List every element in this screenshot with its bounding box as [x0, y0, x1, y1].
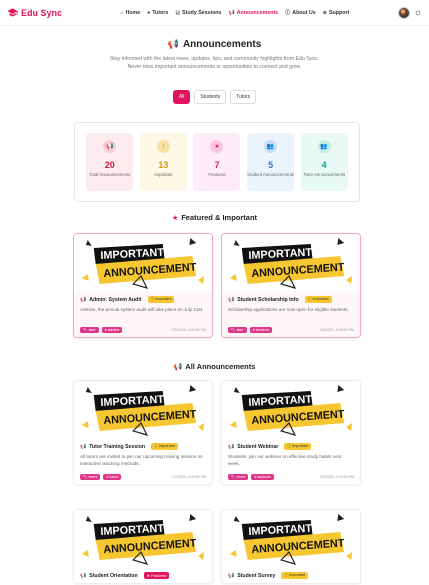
info-icon: ⓘ: [285, 10, 291, 16]
tag[interactable]: 🏷 event: [80, 474, 101, 480]
nav-home[interactable]: ⌂ Home: [120, 9, 140, 16]
megaphone-icon: 📢: [80, 572, 87, 579]
filter-tutors[interactable]: Tutors: [230, 89, 257, 104]
important-badge: ⓘ Important: [304, 296, 332, 303]
announcement-banner: IMPORTANT ANNOUNCEMENT: [74, 510, 212, 568]
stat-tutor: 👥 4 Tutor Announcements: [300, 133, 348, 191]
announcement-banner: IMPORTANT ANNOUNCEMENT: [222, 510, 360, 568]
megaphone-icon: 📢: [228, 443, 235, 450]
important-badge: ⓘ Important: [151, 443, 178, 450]
megaphone-icon: 📢: [80, 443, 87, 450]
filter-all[interactable]: All: [172, 89, 191, 104]
alert-icon: !: [156, 140, 170, 153]
user-icon: ●: [147, 9, 151, 16]
announcement-banner: IMPORTANT ANNOUNCEMENT: [222, 381, 360, 439]
star-icon: ★: [171, 214, 179, 222]
users-icon: 👥: [317, 140, 331, 153]
featured-badge: ★ Featured: [143, 572, 170, 579]
timestamp: 7/8/2025, 4:00:00 PM: [319, 328, 354, 332]
megaphone-icon: 📢: [228, 9, 235, 16]
section-title-all: 📢 All Announcements: [173, 362, 256, 371]
hero: 📢 Announcements Stay informed with the l…: [0, 26, 429, 72]
brand-logo[interactable]: Edu Sync: [7, 7, 62, 18]
megaphone-icon: 📢: [103, 140, 117, 153]
megaphone-icon: 📢: [167, 39, 179, 49]
tag[interactable]: # students: [251, 474, 274, 480]
section-title-featured: ★ Featured & Important: [171, 213, 258, 222]
important-badge: ⓘ Important: [281, 572, 309, 579]
nav-about-us[interactable]: ⓘ About Us: [285, 9, 316, 17]
tag[interactable]: 🏷 alert: [80, 327, 99, 333]
tag[interactable]: 🏷 event: [228, 474, 249, 480]
megaphone-icon: 📢: [80, 296, 87, 303]
graduation-cap-icon: [7, 8, 18, 17]
page-description: Stay informed with the latest news, upda…: [109, 56, 320, 70]
star-icon: ★: [210, 140, 224, 153]
announcement-banner: IMPORTANT ANNOUNCEMENT: [222, 234, 360, 292]
book-icon: ▤: [175, 9, 181, 16]
important-badge: ⓘ Important: [147, 296, 175, 303]
important-badge: ⓘ Important: [284, 443, 312, 450]
megaphone-icon: 📢: [228, 296, 235, 303]
announcement-card-1[interactable]: IMPORTANT ANNOUNCEMENT 📢 Tutor Training S…: [73, 380, 213, 485]
avatar[interactable]: [397, 6, 410, 19]
filter-students[interactable]: Students: [194, 89, 227, 104]
sun-icon[interactable]: ☼: [414, 8, 422, 17]
stats-panel: 📢 20 Total Announcements ! 13 Important …: [74, 122, 360, 202]
announcement-card-2[interactable]: IMPORTANT ANNOUNCEMENT 📢 Student Webinar ⓘ…: [221, 380, 361, 485]
announcement-banner: IMPORTANT ANNOUNCEMENT: [74, 381, 212, 439]
nav-support[interactable]: ⊕ Support: [323, 9, 350, 16]
announcement-banner: IMPORTANT ANNOUNCEMENT: [74, 234, 212, 292]
stat-student: 👥 5 Student Announcements: [247, 133, 295, 191]
stat-total: 📢 20 Total Announcements: [86, 133, 134, 191]
tag[interactable]: # tutors: [103, 474, 122, 480]
announcement-card-3[interactable]: IMPORTANT ANNOUNCEMENT 📢 Student Orientat…: [73, 509, 213, 584]
nav-study-sessions[interactable]: ▤ Study Sessions: [175, 9, 221, 16]
timestamp: 7/2/2025, 4:00:00 PM: [171, 328, 206, 332]
featured-card-2[interactable]: IMPORTANT ANNOUNCEMENT 📢 Student Scholars…: [221, 233, 361, 338]
support-icon: ⊕: [322, 9, 327, 16]
stat-featured: ★ 7 Featured: [193, 133, 241, 191]
timestamp: 7/7/2025, 4:00:00 PM: [171, 475, 206, 479]
megaphone-icon: 📢: [173, 363, 183, 371]
stat-important: ! 13 Important: [139, 133, 187, 191]
tag[interactable]: # admins: [101, 327, 123, 333]
nav-tutors[interactable]: ● Tutors: [147, 9, 168, 16]
top-navbar: Edu Sync ⌂ Home ● Tutors ▤ Study Sessions 📢…: [0, 0, 429, 26]
tag[interactable]: 🏷 alert: [228, 327, 247, 333]
brand-name: Edu Sync: [21, 7, 63, 18]
users-icon: 👥: [264, 140, 278, 153]
home-icon: ⌂: [120, 9, 124, 16]
nav-links: ⌂ Home ● Tutors ▤ Study Sessions 📢 Announcem…: [110, 9, 350, 17]
nav-announcements[interactable]: 📢 Announcements: [229, 9, 279, 16]
announcement-card-4[interactable]: IMPORTANT ANNOUNCEMENT 📢 Student Survey ⓘ …: [221, 509, 361, 584]
page-title: 📢 Announcements: [167, 39, 262, 50]
tag[interactable]: # students: [249, 327, 273, 333]
filter-tabs: All Students Tutors: [0, 89, 429, 104]
timestamp: 7/3/2025, 4:00:00 PM: [319, 475, 354, 479]
megaphone-icon: 📢: [228, 572, 235, 579]
featured-card-1[interactable]: IMPORTANT ANNOUNCEMENT 📢 Admin: System Au…: [73, 233, 213, 338]
